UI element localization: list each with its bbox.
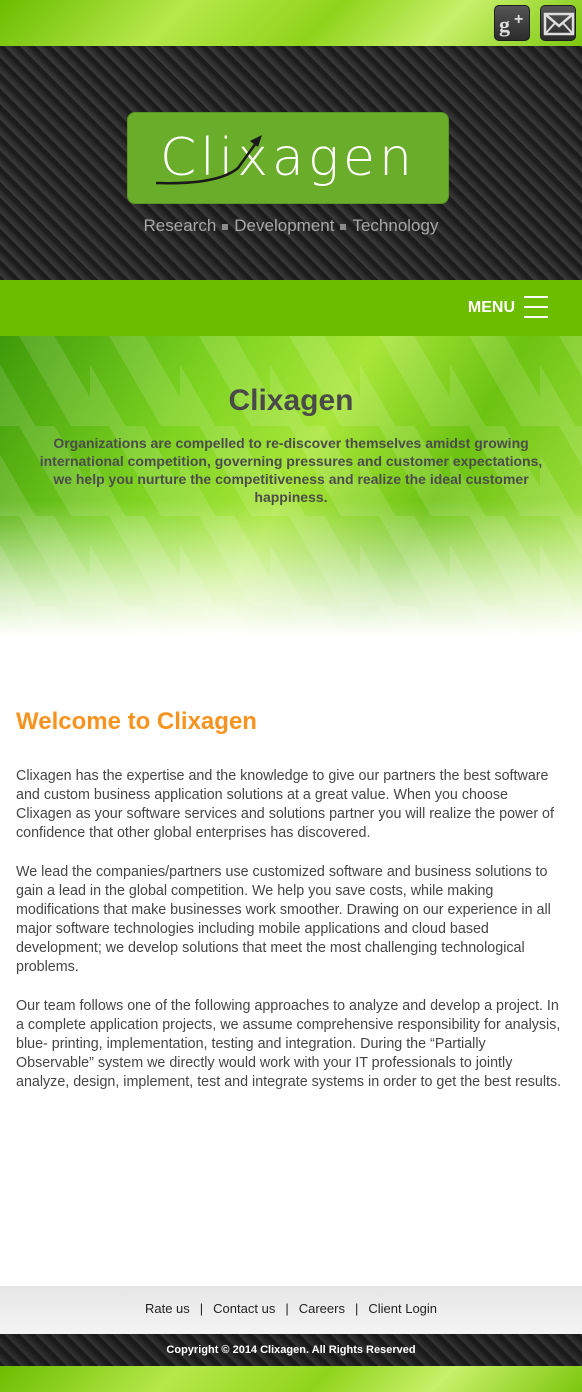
- footer-link-contact-us[interactable]: Contact us: [213, 1301, 275, 1316]
- copyright-bar: Copyright © 2014 Clixagen. All Rights Re…: [0, 1334, 582, 1366]
- top-green-strip: g +: [0, 0, 582, 46]
- copyright-text: Copyright © 2014 Clixagen. All Rights Re…: [166, 1344, 416, 1356]
- footer-separator: |: [285, 1301, 289, 1316]
- menu-button-label[interactable]: MENU: [468, 299, 515, 317]
- hero-banner: Clixagen Organizations are compelled to …: [0, 336, 582, 636]
- footer-link-careers[interactable]: Careers: [299, 1301, 345, 1316]
- logo[interactable]: Clixagen: [127, 112, 449, 204]
- footer-link-client-login[interactable]: Client Login: [368, 1301, 437, 1316]
- tagline-research: Research: [143, 216, 217, 235]
- nav-bar: MENU: [0, 280, 582, 336]
- tagline-separator: [340, 223, 347, 230]
- footer-separator: |: [199, 1301, 204, 1316]
- footer-separator: |: [354, 1301, 359, 1316]
- hero-text: Organizations are compelled to re-discov…: [39, 435, 543, 505]
- site-header: Clixagen Research Development Technology: [0, 46, 582, 280]
- paragraph: Our team follows one of the following ap…: [16, 998, 562, 1090]
- footer-links: Rate us | Contact us | Careers | Client Login: [0, 1286, 582, 1334]
- tagline-technology: Technology: [352, 216, 439, 235]
- tagline: Research Development Technology: [0, 216, 582, 236]
- paragraph: Clixagen has the expertise and the knowl…: [16, 768, 554, 841]
- hamburger-icon[interactable]: [524, 296, 548, 318]
- google-plus-icon[interactable]: g +: [494, 5, 530, 41]
- svg-text:g: g: [499, 12, 510, 37]
- svg-text:+: +: [514, 11, 523, 28]
- tagline-development: Development: [234, 216, 335, 235]
- hero-title: Clixagen: [228, 384, 354, 417]
- paragraph: We lead the companies/partners use custo…: [16, 864, 551, 975]
- page-title: Welcome to Clixagen: [16, 708, 257, 735]
- footer-link-rate-us[interactable]: Rate us: [145, 1301, 190, 1316]
- bottom-green-strip: [0, 1366, 582, 1392]
- main-content: Welcome to Clixagen Clixagen has the exp…: [16, 708, 566, 1112]
- logo-arrow-icon: [155, 135, 262, 185]
- tagline-separator: [222, 223, 229, 230]
- mail-icon[interactable]: [540, 5, 576, 41]
